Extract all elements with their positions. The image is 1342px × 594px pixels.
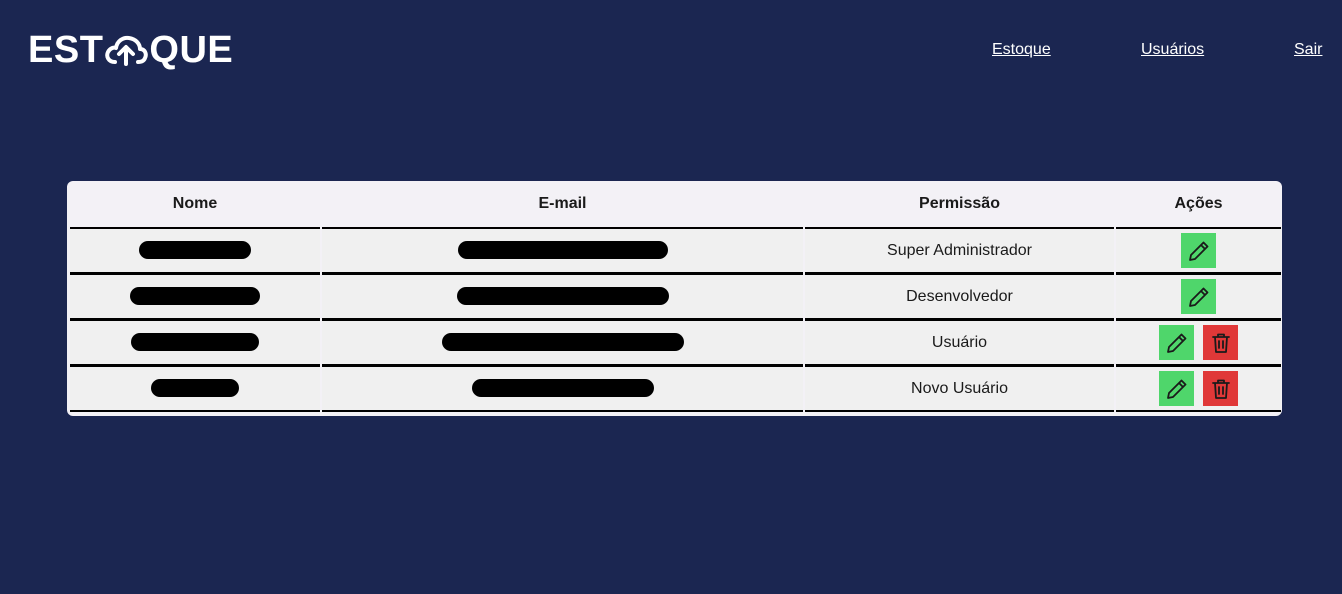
email-cell [322,320,803,366]
redacted-name [151,379,239,398]
permission-cell: Novo Usuário [805,366,1114,412]
users-table-container: Nome E-mail Permissão Ações Super Admini… [67,181,1282,416]
logo-text-left: EST [28,29,104,71]
table-row: Desenvolvedor [70,274,1281,320]
pencil-icon [1188,241,1208,261]
edit-button[interactable] [1181,279,1216,314]
nav-link-sair[interactable]: Sair [1294,40,1322,60]
actions-cell [1116,320,1281,366]
name-cell [70,320,320,366]
pencil-icon [1188,287,1208,307]
nav-link-estoque[interactable]: Estoque [992,40,1051,60]
table-header-row: Nome E-mail Permissão Ações [70,181,1281,229]
pencil-icon [1166,379,1186,399]
edit-button[interactable] [1181,233,1216,268]
redacted-email [457,241,668,260]
users-table: Nome E-mail Permissão Ações Super Admini… [68,181,1282,412]
logo-text-right: QUE [149,29,234,71]
name-cell [70,274,320,320]
redacted-email [471,379,654,398]
table-row: Usuário [70,320,1281,366]
trash-icon [1211,333,1230,353]
name-cell [70,229,320,274]
email-cell [322,229,803,274]
nav-link-usuarios[interactable]: Usuários [1141,40,1204,60]
column-header-email: E-mail [322,181,803,229]
redacted-name [131,333,259,352]
edit-button[interactable] [1159,325,1194,360]
delete-button[interactable] [1203,371,1238,406]
delete-button[interactable] [1203,325,1238,360]
permission-cell: Desenvolvedor [805,274,1114,320]
pencil-icon [1166,333,1186,353]
table-row: Super Administrador [70,229,1281,274]
row-actions [1116,371,1281,406]
row-actions [1116,233,1281,268]
cloud-upload-icon [104,30,149,70]
logo: EST QUE [28,30,233,70]
redacted-name [139,241,251,260]
actions-cell [1116,366,1281,412]
column-header-permissao: Permissão [805,181,1114,229]
redacted-email [456,287,669,306]
email-cell [322,366,803,412]
email-cell [322,274,803,320]
trash-icon [1211,379,1230,399]
permission-cell: Super Administrador [805,229,1114,274]
redacted-name [130,287,260,306]
column-header-nome: Nome [70,181,320,229]
edit-button[interactable] [1159,371,1194,406]
actions-cell [1116,274,1281,320]
actions-cell [1116,229,1281,274]
name-cell [70,366,320,412]
column-header-acoes: Ações [1116,181,1281,229]
permission-cell: Usuário [805,320,1114,366]
redacted-email [441,333,684,352]
row-actions [1116,325,1281,360]
row-actions [1116,279,1281,314]
table-row: Novo Usuário [70,366,1281,412]
